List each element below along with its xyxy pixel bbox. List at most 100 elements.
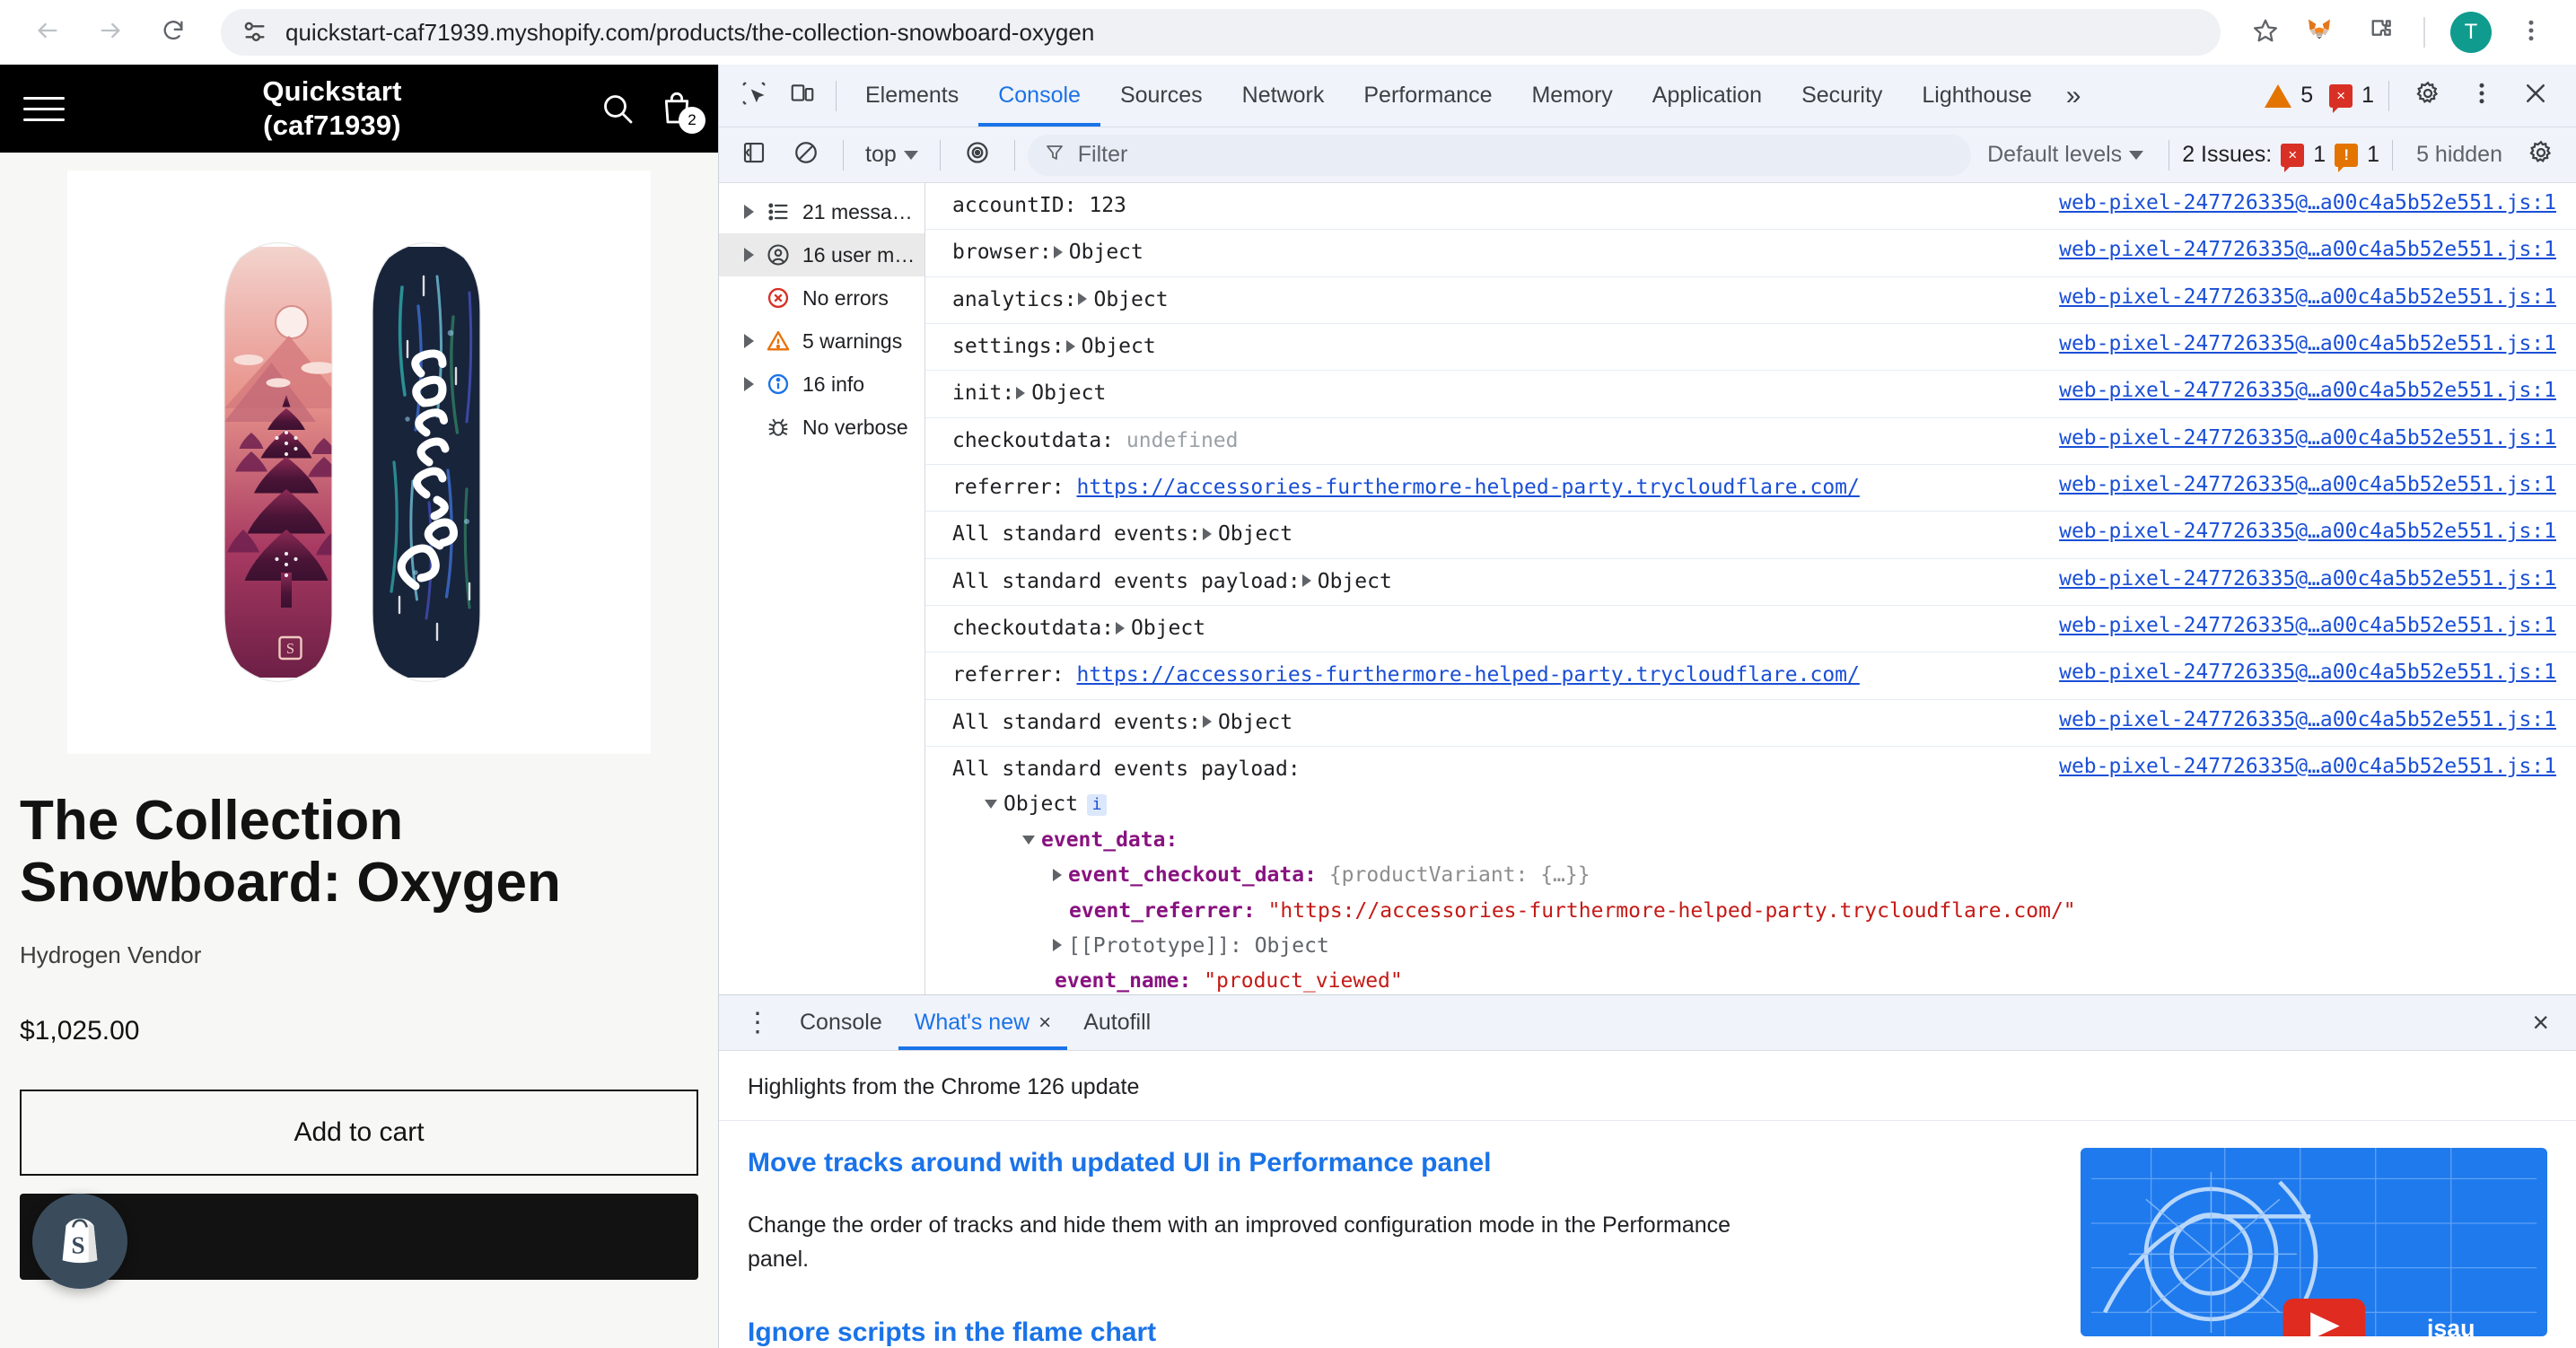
console-row[interactable]: checkoutdata: undefined web-pixel-247726… — [925, 418, 2576, 466]
device-toolbar-button[interactable] — [778, 72, 827, 120]
drawer-close-button[interactable]: × — [2518, 1006, 2563, 1039]
extensions-button[interactable] — [2355, 7, 2405, 57]
devtools-kebab-button[interactable] — [2458, 72, 2506, 120]
expand-triangle-icon[interactable] — [1301, 574, 1311, 588]
console-sidebar-toggle-button[interactable] — [730, 131, 778, 179]
more-tabs-button[interactable]: » — [2052, 81, 2096, 111]
warning-count-badge[interactable]: 5 — [2265, 83, 2313, 109]
source-link[interactable]: web-pixel-247726335@…a00c4a5b52e551.js:1 — [2059, 285, 2556, 309]
console-row[interactable]: browser: Object web-pixel-247726335@…a00c… — [925, 230, 2576, 277]
site-settings-icon[interactable] — [241, 18, 269, 47]
expand-arrow-icon[interactable] — [744, 248, 754, 262]
expand-arrow-icon[interactable] — [744, 205, 754, 219]
console-row[interactable]: All standard events: Object web-pixel-247… — [925, 512, 2576, 559]
source-link[interactable]: web-pixel-247726335@…a00c4a5b52e551.js:1 — [2059, 473, 2556, 496]
tab-elements[interactable]: Elements — [846, 66, 978, 127]
console-row[interactable]: analytics: Object web-pixel-247726335@…a0… — [925, 277, 2576, 325]
sidebar-item-errors[interactable]: No errors — [719, 276, 924, 319]
close-icon[interactable]: × — [1038, 1011, 1051, 1036]
console-row[interactable]: init: Object web-pixel-247726335@…a00c4a5… — [925, 371, 2576, 418]
profile-avatar[interactable]: T — [2450, 12, 2492, 53]
console-settings-button[interactable] — [2517, 131, 2565, 179]
expand-triangle-icon[interactable] — [1202, 715, 1212, 729]
expand-arrow-icon[interactable] — [744, 377, 754, 391]
sidebar-item-user-messages[interactable]: 16 user m… — [719, 233, 924, 276]
expand-triangle-icon[interactable] — [1053, 245, 1063, 258]
console-row[interactable]: accountID: 123 web-pixel-247726335@…a00c… — [925, 183, 2576, 231]
console-row[interactable]: referrer: https://accessories-furthermor… — [925, 652, 2576, 700]
source-link[interactable]: web-pixel-247726335@…a00c4a5b52e551.js:1 — [2059, 426, 2556, 450]
clear-console-button[interactable] — [782, 131, 830, 179]
issues-summary[interactable]: 2 Issues: × 1 ! 1 — [2182, 142, 2379, 172]
shopify-chat-button[interactable]: S — [32, 1194, 127, 1289]
tab-security[interactable]: Security — [1782, 66, 1902, 127]
source-link[interactable]: web-pixel-247726335@…a00c4a5b52e551.js:1 — [2059, 755, 2556, 784]
back-button[interactable] — [20, 4, 75, 60]
console-row[interactable]: All standard events: Object web-pixel-247… — [925, 700, 2576, 748]
execution-context-selector[interactable]: top — [856, 142, 927, 168]
whats-new-item-2-title[interactable]: Ignore scripts in the flame chart — [748, 1317, 2054, 1348]
whats-new-video-thumbnail[interactable]: isau — [2081, 1148, 2547, 1336]
log-levels-selector[interactable]: Default levels — [1975, 142, 2156, 168]
collapse-triangle-icon[interactable] — [1022, 835, 1035, 845]
source-link[interactable]: web-pixel-247726335@…a00c4a5b52e551.js:1 — [2059, 614, 2556, 637]
metamask-extension-button[interactable] — [2298, 7, 2348, 57]
hidden-messages-label[interactable]: 5 hidden — [2405, 142, 2513, 168]
error-count-badge[interactable]: × 1 — [2329, 83, 2374, 113]
url-text[interactable]: quickstart-caf71939.myshopify.com/produc… — [285, 19, 2201, 47]
console-row[interactable]: All standard events payload: Object web-p… — [925, 559, 2576, 607]
sidebar-item-info[interactable]: 16 info — [719, 363, 924, 406]
drawer-kebab-button[interactable]: ⋮ — [732, 1009, 784, 1037]
tab-performance[interactable]: Performance — [1344, 66, 1511, 127]
reload-button[interactable] — [145, 4, 201, 60]
log-value-link[interactable]: https://accessories-furthermore-helped-p… — [1076, 476, 1859, 499]
product-image[interactable]: S — [67, 171, 651, 754]
bookmark-button[interactable] — [2240, 7, 2291, 57]
devtools-close-button[interactable] — [2511, 72, 2560, 120]
whats-new-item-1-title[interactable]: Move tracks around with updated UI in Pe… — [748, 1148, 2054, 1178]
expand-triangle-icon[interactable] — [1016, 386, 1026, 399]
expand-triangle-icon[interactable] — [1065, 339, 1075, 353]
source-link[interactable]: web-pixel-247726335@…a00c4a5b52e551.js:1 — [2059, 332, 2556, 355]
chrome-menu-button[interactable] — [2506, 7, 2556, 57]
info-badge-icon[interactable]: i — [1087, 793, 1108, 816]
source-link[interactable]: web-pixel-247726335@…a00c4a5b52e551.js:1 — [2059, 708, 2556, 731]
log-value-link[interactable]: https://accessories-furthermore-helped-p… — [1076, 663, 1859, 687]
source-link[interactable]: web-pixel-247726335@…a00c4a5b52e551.js:1 — [2059, 661, 2556, 684]
console-row[interactable]: checkoutdata: Object web-pixel-247726335@… — [925, 606, 2576, 653]
expand-triangle-icon[interactable] — [1053, 939, 1062, 952]
address-bar[interactable]: quickstart-caf71939.myshopify.com/produc… — [221, 9, 2221, 56]
source-link[interactable]: web-pixel-247726335@…a00c4a5b52e551.js:1 — [2059, 238, 2556, 261]
source-link[interactable]: web-pixel-247726335@…a00c4a5b52e551.js:1 — [2059, 379, 2556, 402]
console-filter-input[interactable]: Filter — [1027, 134, 1972, 176]
source-link[interactable]: web-pixel-247726335@…a00c4a5b52e551.js:1 — [2059, 191, 2556, 214]
live-expression-button[interactable] — [953, 131, 1002, 179]
tab-console[interactable]: Console — [978, 66, 1100, 127]
tab-network[interactable]: Network — [1222, 66, 1345, 127]
drawer-tab-whats-new[interactable]: What's new × — [898, 996, 1067, 1050]
source-link[interactable]: web-pixel-247726335@…a00c4a5b52e551.js:1 — [2059, 567, 2556, 591]
collapse-triangle-icon[interactable] — [985, 800, 997, 810]
console-row-expanded[interactable]: All standard events payload: web-pixel-2… — [925, 747, 2576, 994]
expand-triangle-icon[interactable] — [1053, 868, 1062, 881]
source-link[interactable]: web-pixel-247726335@…a00c4a5b52e551.js:1 — [2059, 520, 2556, 543]
sidebar-item-warnings[interactable]: 5 warnings — [719, 319, 924, 363]
drawer-tab-console[interactable]: Console — [784, 996, 898, 1050]
inspect-element-button[interactable] — [730, 72, 778, 120]
console-row[interactable]: settings: Object web-pixel-247726335@…a00… — [925, 324, 2576, 372]
hamburger-menu-icon[interactable] — [23, 96, 65, 121]
sidebar-item-verbose[interactable]: No verbose — [719, 406, 924, 449]
cart-button[interactable]: 2 — [659, 91, 705, 134]
tab-lighthouse[interactable]: Lighthouse — [1902, 66, 2051, 127]
console-row[interactable]: referrer: https://accessories-furthermor… — [925, 465, 2576, 512]
tab-sources[interactable]: Sources — [1100, 66, 1222, 127]
expand-arrow-icon[interactable] — [744, 334, 754, 348]
tab-application[interactable]: Application — [1633, 66, 1782, 127]
add-to-cart-button[interactable]: Add to cart — [20, 1089, 698, 1176]
expand-triangle-icon[interactable] — [1116, 621, 1126, 635]
sidebar-item-messages[interactable]: 21 messa… — [719, 190, 924, 233]
forward-button[interactable] — [83, 4, 138, 60]
drawer-tab-autofill[interactable]: Autofill — [1067, 996, 1167, 1050]
store-search-button[interactable] — [600, 91, 635, 127]
expand-triangle-icon[interactable] — [1078, 293, 1088, 306]
